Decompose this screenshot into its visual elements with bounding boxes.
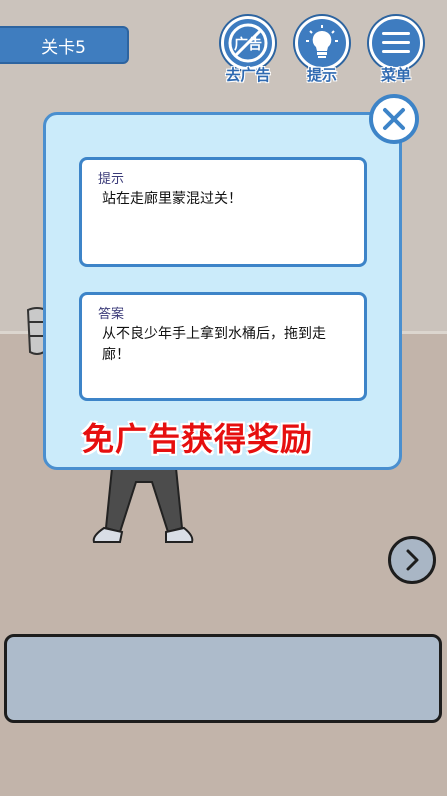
item-inventory-bar[interactable]: [4, 634, 442, 723]
remove-ads-button[interactable]: 广告 去广告: [218, 16, 278, 86]
hamburger-icon: [369, 16, 423, 70]
hint-button[interactable]: 提示: [292, 16, 352, 86]
dialog-close-button[interactable]: [369, 94, 419, 144]
remove-ads-label: 去广告: [225, 66, 271, 84]
menu-button[interactable]: 菜单: [366, 16, 426, 86]
level-indicator: 关卡5: [0, 26, 129, 64]
ad-free-reward-button[interactable]: 免广告获得奖励: [82, 414, 352, 460]
hint-card: 提示 站在走廊里蒙混过关！: [79, 157, 367, 267]
answer-card-title: 答案: [98, 307, 125, 322]
next-scene-button[interactable]: [388, 536, 436, 584]
menu-label: 菜单: [380, 66, 411, 84]
no-ads-icon: 广告: [221, 16, 275, 70]
answer-card-text: 从不良少年手上拿到水桶后，拖到走廊！: [102, 326, 326, 363]
hint-card-title: 提示: [98, 172, 125, 187]
chevron-right-icon: [406, 549, 419, 571]
close-icon: [383, 108, 405, 130]
lightbulb-icon: [295, 16, 349, 70]
hint-label: 提示: [306, 66, 337, 84]
no-ads-icon-text: 广告: [234, 36, 262, 53]
hint-card-text: 站在走廊里蒙混过关！: [102, 191, 242, 207]
character-legs: [92, 462, 194, 543]
answer-card: 答案 从不良少年手上拿到水桶后，拖到走廊！: [79, 292, 367, 401]
